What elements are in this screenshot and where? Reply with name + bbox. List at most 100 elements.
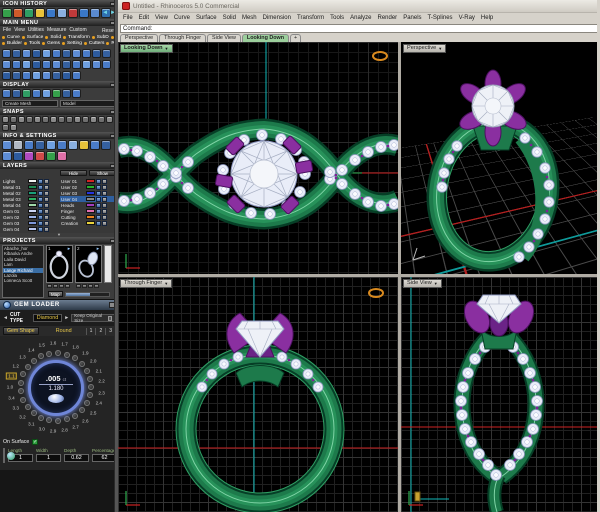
tool-icon[interactable] xyxy=(22,60,31,69)
layer-lock-icon[interactable] xyxy=(44,185,49,190)
scrollbar-thumb[interactable] xyxy=(66,293,90,296)
dial-size-dot[interactable] xyxy=(38,353,44,359)
menu-item[interactable]: Render xyxy=(378,15,398,21)
category-item[interactable]: Builder xyxy=(7,41,22,46)
page-button[interactable]: 2 xyxy=(95,328,105,335)
projects-scrollbar[interactable] xyxy=(65,292,110,297)
dial-size-label[interactable]: 3.1 xyxy=(28,422,34,427)
dial-size-dot[interactable] xyxy=(18,380,24,386)
layer-row[interactable]: Creation xyxy=(60,220,116,226)
tool-icon[interactable] xyxy=(52,71,61,80)
layer-visibility-icon[interactable] xyxy=(96,203,101,208)
map-button[interactable]: Map xyxy=(48,291,63,297)
tool-icon[interactable] xyxy=(12,71,21,80)
snap-icon[interactable] xyxy=(50,116,57,123)
tool-icon[interactable] xyxy=(22,49,31,58)
history-tool-icon[interactable] xyxy=(101,8,111,18)
viewport-label-looking-down[interactable]: Looking Down ▼ xyxy=(120,44,173,53)
layer-visibility-icon[interactable] xyxy=(96,191,101,196)
dial-size-label[interactable]: 1.7 xyxy=(61,341,67,346)
history-tool-icon[interactable] xyxy=(90,8,100,18)
layer-color-swatch[interactable] xyxy=(86,203,95,207)
layer-visibility-icon[interactable] xyxy=(96,197,101,202)
tool-icon[interactable] xyxy=(102,49,111,58)
tool-icon[interactable] xyxy=(32,49,41,58)
snap-icon[interactable] xyxy=(10,116,17,123)
settings-tool-icon[interactable] xyxy=(79,140,89,150)
layer-visibility-icon[interactable] xyxy=(96,209,101,214)
category-item[interactable]: SubD xyxy=(97,35,109,40)
dial-size-label[interactable]: 2.4 xyxy=(96,401,102,406)
thumb-action-icon[interactable] xyxy=(47,284,52,288)
keep-original-size-control[interactable]: Keep Original Size xyxy=(71,314,115,322)
dial-size-dot[interactable] xyxy=(87,376,93,382)
dial-size-label[interactable]: 1.2 xyxy=(12,363,18,368)
viewport-label-side-view[interactable]: Side View ▼ xyxy=(403,279,442,288)
snap-icon[interactable] xyxy=(42,116,49,123)
dial-size-label[interactable]: 1.9 xyxy=(82,351,88,356)
menu-item[interactable]: Panels xyxy=(403,15,421,21)
tool-icon[interactable] xyxy=(52,49,61,58)
viewport-label-perspective[interactable]: Perspective ▼ xyxy=(403,44,446,53)
dial-size-label[interactable]: 3.2 xyxy=(19,415,25,420)
display-tool-icon[interactable] xyxy=(2,89,11,98)
dial-size-label[interactable]: 1.4 xyxy=(28,347,34,352)
settings-tool-icon[interactable] xyxy=(35,140,45,150)
layer-lock-icon[interactable] xyxy=(44,203,49,208)
title-bar[interactable]: Untitled - Rhinoceros 5.0 Commercial xyxy=(118,0,600,13)
display-mode-dropdown[interactable]: Create Mesh xyxy=(2,100,58,107)
layer-visibility-icon[interactable] xyxy=(96,185,101,190)
main-menu-item[interactable]: Measure xyxy=(47,27,66,33)
layer-visibility-icon[interactable] xyxy=(96,215,101,220)
tool-icon[interactable] xyxy=(22,71,31,80)
tool-icon[interactable] xyxy=(32,60,41,69)
dial-size-label[interactable]: 2.6 xyxy=(82,418,88,423)
history-tool-icon[interactable] xyxy=(57,8,67,18)
category-item[interactable]: Setting xyxy=(67,41,82,46)
display-tool-icon[interactable] xyxy=(72,89,81,98)
menu-item[interactable]: Surface xyxy=(196,15,217,21)
display-target-dropdown[interactable]: Model xyxy=(60,100,116,107)
show-button[interactable]: Show xyxy=(89,170,116,176)
history-tool-icon[interactable] xyxy=(24,8,34,18)
dial-size-label[interactable]: 1.6 xyxy=(50,341,56,346)
tool-icon[interactable] xyxy=(12,60,21,69)
dial-size-dot[interactable] xyxy=(84,400,90,406)
dial-size-dot[interactable] xyxy=(25,404,31,410)
menu-item[interactable]: Mesh xyxy=(242,15,257,21)
menu-item[interactable]: Tools xyxy=(330,15,344,21)
tool-icon[interactable] xyxy=(42,60,51,69)
history-tool-icon[interactable] xyxy=(2,8,12,18)
hide-button[interactable]: Hide xyxy=(60,170,87,176)
dial-size-label[interactable]: 3.0 xyxy=(39,426,45,431)
layer-lock-icon[interactable] xyxy=(44,197,49,202)
display-tool-icon[interactable] xyxy=(12,89,21,98)
dial-size-label[interactable]: 2.7 xyxy=(72,424,78,429)
category-item[interactable]: Surface xyxy=(27,35,44,40)
main-menu-item[interactable]: File xyxy=(3,27,11,33)
dial-size-dot[interactable] xyxy=(46,351,52,357)
dial-size-dot[interactable] xyxy=(88,384,94,390)
viewport-tab[interactable]: Through Finger xyxy=(159,34,206,42)
tool-icon[interactable] xyxy=(72,60,81,69)
dial-size-label[interactable]: 1.3 xyxy=(19,354,25,359)
main-menu-item[interactable]: Utilities xyxy=(28,27,44,33)
history-tool-icon[interactable] xyxy=(79,8,89,18)
thumb-action-icon[interactable] xyxy=(65,284,70,288)
layer-lock-icon[interactable] xyxy=(44,227,49,232)
snap-icon[interactable] xyxy=(26,116,33,123)
dial-size-label[interactable]: 1.5 xyxy=(39,343,45,348)
tool-icon[interactable] xyxy=(32,71,41,80)
layer-visibility-icon[interactable] xyxy=(38,215,43,220)
tool-icon[interactable] xyxy=(42,49,51,58)
layer-lock-icon[interactable] xyxy=(102,179,107,184)
menu-item[interactable]: Transform xyxy=(297,15,324,21)
tool-icon[interactable] xyxy=(92,60,101,69)
layer-visibility-icon[interactable] xyxy=(96,179,101,184)
history-tool-icon[interactable] xyxy=(46,8,56,18)
viewport-through-finger[interactable]: Through Finger ▼ xyxy=(118,277,398,512)
layer-color-swatch[interactable] xyxy=(28,197,37,201)
snap-icon[interactable] xyxy=(74,116,81,123)
dial-size-dot[interactable] xyxy=(31,358,37,364)
dial-size-label[interactable]: 2.3 xyxy=(98,390,104,395)
